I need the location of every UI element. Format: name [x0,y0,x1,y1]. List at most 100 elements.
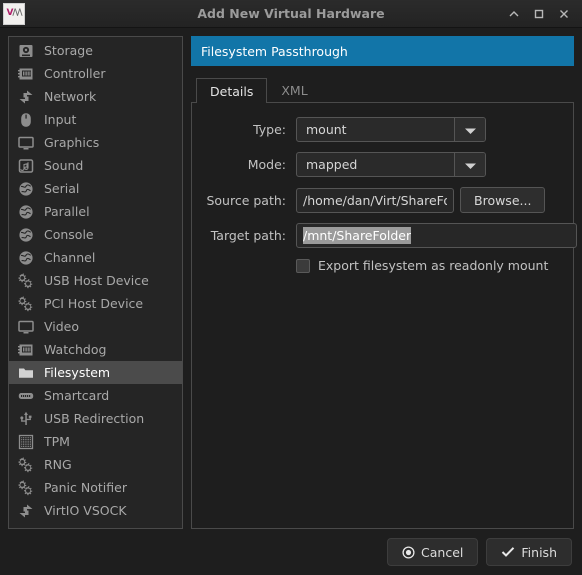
gears-icon [17,295,34,312]
chip-icon [17,434,34,450]
sidebar-item-label: Filesystem [44,365,111,380]
browse-button-label: Browse... [474,192,532,208]
main-panel: Filesystem Passthrough Details XML Type: [191,36,577,529]
sidebar-item-usb-host-device[interactable]: USB Host Device [9,269,182,292]
target-path-input[interactable]: /mnt/ShareFolder [296,223,577,248]
sidebar-item-watchdog[interactable]: Watchdog [9,338,182,361]
type-combobox[interactable]: mount [296,117,486,142]
source-path-label: Source path: [206,192,286,208]
globe-icon [17,250,34,266]
readonly-checkbox[interactable] [296,258,310,273]
source-path-value: /home/dan/Virt/ShareFolder [303,192,447,208]
sidebar-item-serial[interactable]: Serial [9,177,182,200]
dialog-footer: Cancel Finish [0,529,582,575]
sidebar-item-label: PCI Host Device [44,296,144,311]
hardware-category-list[interactable]: Storage Controller Network Input Graphics Sou… [8,36,183,529]
sidebar-item-pci-host-device[interactable]: PCI Host Device [9,292,182,315]
cancel-circle-icon [402,545,415,559]
source-path-input[interactable]: /home/dan/Virt/ShareFolder [296,187,454,213]
sidebar-item-rng[interactable]: RNG [9,453,182,476]
minimize-button[interactable] [502,3,526,25]
tabs-container: Details XML Type: mount Mode: mapped Sou… [191,77,577,529]
sidebar-item-label: USB Redirection [44,411,145,426]
type-combobox-value: mount [306,122,347,137]
gears-icon [17,479,34,496]
sound-note-icon [17,158,34,174]
window-controls [502,3,582,25]
chevron-up-icon [508,8,520,20]
sidebar-item-label: Parallel [44,204,90,219]
sidebar-item-virtio-vsock[interactable]: VirtIO VSOCK [9,499,182,522]
chevron-down-icon [464,155,477,174]
sidebar-item-storage[interactable]: Storage [9,39,182,62]
dialog-body: Storage Controller Network Input Graphics Sou… [0,28,582,529]
mouse-icon [17,112,34,128]
sidebar-item-label: Console [44,227,94,242]
sidebar-item-video[interactable]: Video [9,315,182,338]
mode-combobox[interactable]: mapped [296,152,486,177]
gears-icon [17,272,34,289]
type-combobox-arrow[interactable] [454,118,485,141]
target-path-value: /mnt/ShareFolder [303,227,412,244]
gears-icon [17,456,34,473]
sidebar-item-usb-redirection[interactable]: USB Redirection [9,407,182,430]
titlebar: V/\/\ Add New Virtual Hardware [0,0,582,28]
sidebar-item-label: Video [44,319,80,334]
sidebar-item-sound[interactable]: Sound [9,154,182,177]
close-button[interactable] [552,3,576,25]
sidebar-item-label: TPM [44,434,70,449]
sidebar-item-console[interactable]: Console [9,223,182,246]
tab-xml-label: XML [281,82,308,98]
monitor-icon [17,135,34,151]
sidebar-item-input[interactable]: Input [9,108,182,131]
sidebar-item-label: Network [44,89,97,104]
target-path-row: Target path: /mnt/ShareFolder [204,223,577,248]
mode-row: Mode: mapped [204,152,561,177]
sidebar-item-parallel[interactable]: Parallel [9,200,182,223]
square-icon [533,8,545,20]
sidebar-item-channel[interactable]: Channel [9,246,182,269]
details-tab-panel: Type: mount Mode: mapped Source path: /h… [191,103,577,529]
tab-xml[interactable]: XML [267,77,321,102]
window-title: Add New Virtual Hardware [197,6,385,21]
readonly-checkbox-row[interactable]: Export filesystem as readonly mount [296,258,561,273]
controller-card-icon [17,342,34,358]
virt-manager-logo-icon: V/\/\ [3,2,25,25]
page-title: Filesystem Passthrough [191,36,574,66]
sidebar-item-smartcard[interactable]: Smartcard [9,384,182,407]
sidebar-item-label: Panic Notifier [44,480,127,495]
sidebar-item-label: Storage [44,43,93,58]
usb-icon [17,411,34,427]
browse-button[interactable]: Browse... [460,187,546,213]
mode-combobox-arrow[interactable] [454,153,485,176]
sidebar-item-label: Serial [44,181,80,196]
sidebar-item-tpm[interactable]: TPM [9,430,182,453]
finish-button[interactable]: Finish [486,538,572,566]
target-path-label: Target path: [210,228,286,243]
sidebar-item-label: Input [44,112,77,127]
mode-combobox-value: mapped [306,157,358,172]
tab-details[interactable]: Details [196,78,268,103]
maximize-button[interactable] [527,3,551,25]
sidebar-item-panic-notifier[interactable]: Panic Notifier [9,476,182,499]
page-title-label: Filesystem Passthrough [201,43,348,59]
globe-icon [17,204,34,220]
sidebar-item-filesystem[interactable]: Filesystem [9,361,182,384]
sidebar-item-graphics[interactable]: Graphics [9,131,182,154]
cancel-button-label: Cancel [421,544,464,560]
sidebar-item-label: Smartcard [44,388,110,403]
network-arrows-icon [17,89,34,105]
sidebar-item-label: VirtIO VSOCK [44,503,127,518]
smartcard-icon [17,388,34,404]
folder-icon [17,365,34,381]
sidebar-item-controller[interactable]: Controller [9,62,182,85]
sidebar-item-network[interactable]: Network [9,85,182,108]
storage-disk-icon [17,43,34,59]
controller-card-icon [17,66,34,82]
globe-icon [17,227,34,243]
sidebar-item-label: RNG [44,457,72,472]
cancel-button[interactable]: Cancel [387,538,479,566]
source-path-row: Source path: /home/dan/Virt/ShareFolder … [204,187,561,213]
sidebar-item-label: USB Host Device [44,273,149,288]
monitor-icon [17,319,34,335]
